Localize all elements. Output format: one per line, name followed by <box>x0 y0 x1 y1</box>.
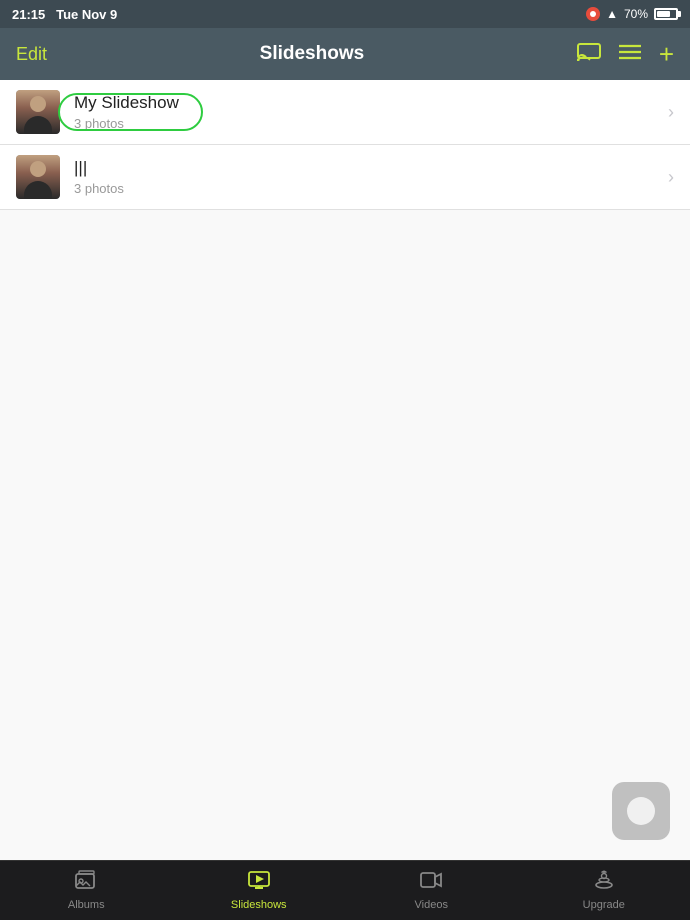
chevron-right-icon-2: › <box>668 167 674 188</box>
edit-button[interactable]: Edit <box>16 44 47 65</box>
content-area: My Slideshow 3 photos › ||| 3 photos › <box>0 80 690 860</box>
status-bar: 21:15 Tue Nov 9 ▲ 70% <box>0 0 690 28</box>
wifi-icon: ▲ <box>606 7 618 21</box>
videos-icon <box>420 870 442 896</box>
tab-videos-label: Videos <box>415 899 448 911</box>
menu-icon[interactable] <box>619 43 641 66</box>
item-info-2: ||| 3 photos <box>74 158 668 196</box>
battery-percentage: 70% <box>624 7 648 21</box>
upgrade-icon <box>593 870 615 896</box>
tab-videos[interactable]: Videos <box>391 870 471 911</box>
list-item[interactable]: My Slideshow 3 photos › <box>0 80 690 145</box>
thumbnail-1 <box>16 90 60 134</box>
battery-icon <box>654 8 678 20</box>
status-time: 21:15 Tue Nov 9 <box>12 7 117 22</box>
slideshows-icon <box>248 870 270 896</box>
slideshow-title-2: ||| <box>74 158 668 178</box>
add-icon[interactable]: + <box>659 41 674 67</box>
status-right-icons: ▲ 70% <box>586 7 678 21</box>
nav-bar: Edit Slideshows + <box>0 28 690 80</box>
tab-albums-label: Albums <box>68 899 105 911</box>
floating-button-icon <box>627 797 655 825</box>
tab-albums[interactable]: Albums <box>46 870 126 911</box>
slideshow-count-2: 3 photos <box>74 181 668 196</box>
chevron-right-icon-1: › <box>668 102 674 123</box>
nav-actions: + <box>577 41 674 67</box>
slideshow-title-1: My Slideshow <box>74 93 668 113</box>
tab-slideshows-label: Slideshows <box>231 899 287 911</box>
tab-upgrade-label: Upgrade <box>583 899 625 911</box>
tab-slideshows[interactable]: Slideshows <box>219 870 299 911</box>
item-info-1: My Slideshow 3 photos <box>74 93 668 131</box>
albums-icon <box>75 870 97 896</box>
tab-upgrade[interactable]: Upgrade <box>564 870 644 911</box>
cast-icon[interactable] <box>577 41 601 67</box>
floating-action-button[interactable] <box>612 782 670 840</box>
list-item-2[interactable]: ||| 3 photos › <box>0 145 690 210</box>
slideshow-list: My Slideshow 3 photos › ||| 3 photos › <box>0 80 690 210</box>
thumbnail-2 <box>16 155 60 199</box>
recording-indicator <box>586 7 600 21</box>
tab-bar: Albums Slideshows Videos <box>0 860 690 920</box>
page-title: Slideshows <box>260 43 365 65</box>
slideshow-count-1: 3 photos <box>74 116 668 131</box>
